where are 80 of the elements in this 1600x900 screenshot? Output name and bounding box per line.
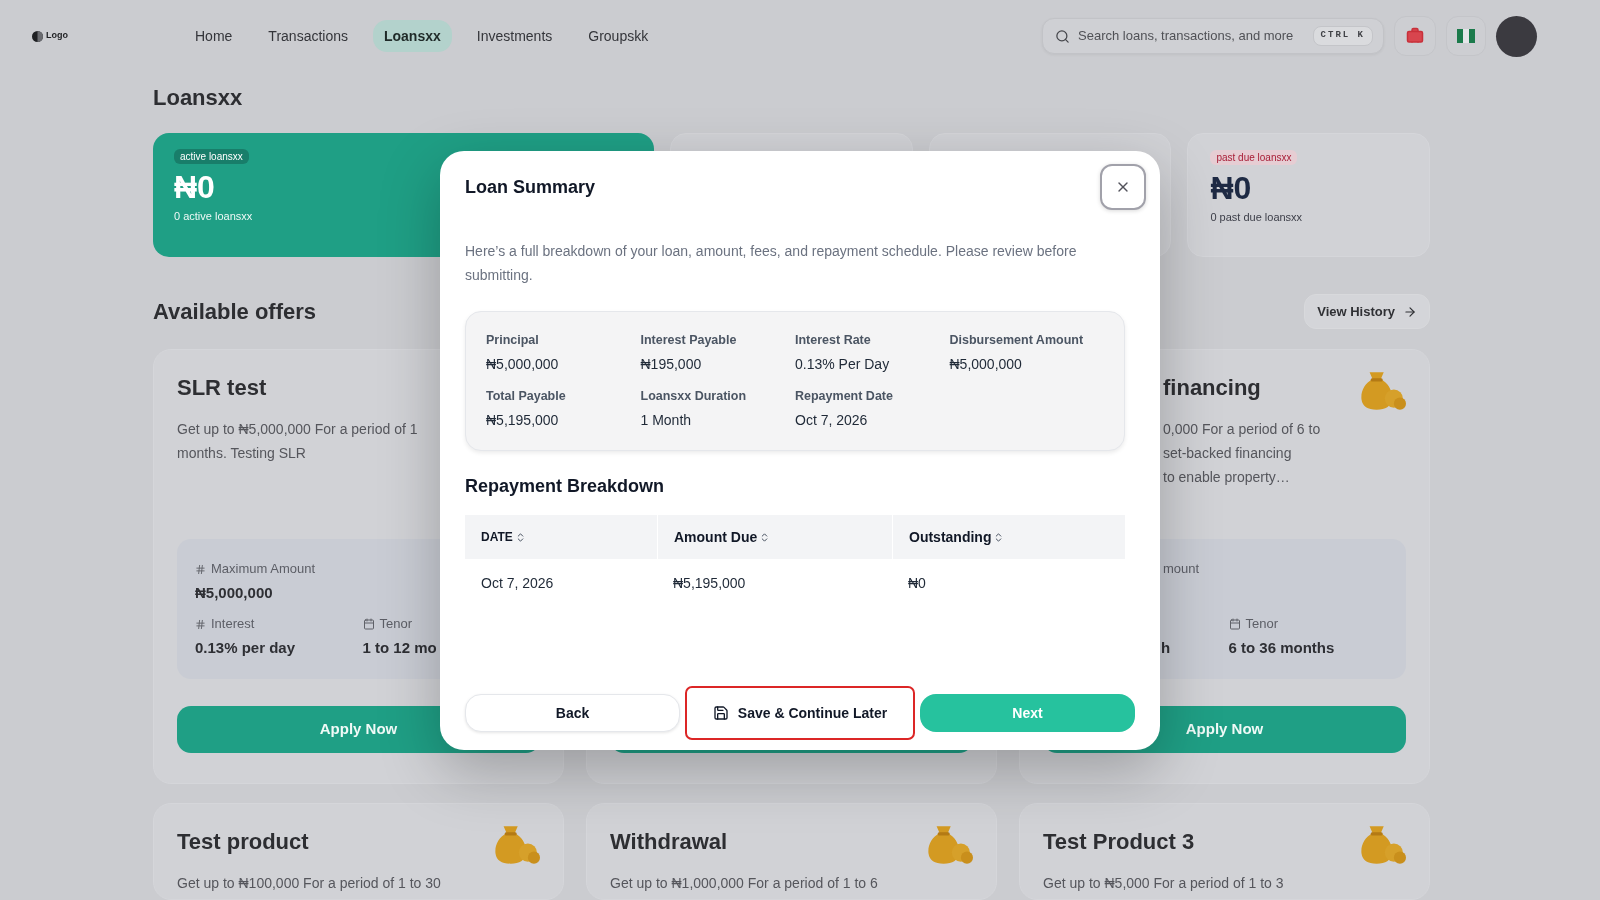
nav-tab[interactable]: Loansxx: [373, 20, 452, 52]
column-header[interactable]: DATE: [465, 515, 657, 559]
nav-tab[interactable]: Groupskk: [577, 20, 660, 52]
briefcase-icon: [1406, 27, 1424, 45]
offer-description: Get up to ₦100,000 For a period of 1 to 30: [177, 874, 441, 893]
view-history-button[interactable]: View History: [1304, 294, 1430, 329]
summary-value: ₦5,000,000: [949, 355, 1022, 374]
summary-value: 0.13% Per Day: [795, 355, 890, 374]
status-badge: active loansxx: [174, 149, 249, 164]
money-bag-icon: [928, 826, 973, 864]
save-icon: [712, 705, 729, 721]
money-bag-icon: [1361, 372, 1406, 410]
summary-value: ₦5,195,000: [486, 411, 559, 430]
offer-title: financing: [1163, 374, 1261, 402]
summary-label: Principal: [486, 332, 539, 349]
stat-amount: ₦0: [1210, 169, 1252, 208]
offer-title: Test Product 3: [1043, 828, 1195, 856]
hash-icon: [195, 618, 206, 630]
calendar-icon: [1228, 618, 1241, 630]
close-button[interactable]: [1100, 164, 1146, 210]
search-bar[interactable]: Search loans, transactions, and more CTRL K: [1042, 18, 1384, 54]
status-badge: past due loansxx: [1210, 150, 1298, 165]
dialog-description: Here’s a full breakdown of your loan, amount, fees, and repayment schedule. Please review before submitting.: [465, 242, 1078, 285]
summary-value: ₦195,000: [640, 355, 702, 374]
info-value: 1 to 12 mo: [362, 639, 437, 656]
avatar[interactable]: [1496, 15, 1537, 57]
summary-label: Interest Payable: [640, 332, 737, 349]
info-value: h: [1161, 639, 1171, 656]
save-later-button[interactable]: Save & Continue Later: [685, 686, 915, 740]
summary-label: Total Payable: [486, 388, 566, 405]
stat-caption: 0 active loansxx: [174, 209, 253, 224]
offer-description: Get up to ₦5,000,000 For a period of 1 months. Testing SLR: [177, 420, 418, 463]
info-value: 0.13% per day: [195, 639, 296, 656]
info-value: 6 to 36 months: [1228, 639, 1335, 656]
nav-tab[interactable]: Home: [184, 20, 244, 52]
search-field[interactable]: Search loans, transactions, and more: [1078, 26, 1305, 46]
table-cell: Oct 7, 2026: [481, 575, 554, 591]
logo-link[interactable]: Logo: [32, 29, 68, 43]
flag-icon: [1457, 29, 1475, 43]
offer-title: Test product: [177, 828, 309, 856]
info-label: Interest: [211, 615, 255, 634]
hash-icon: [195, 563, 206, 575]
table-cell: ₦5,195,000: [673, 575, 746, 591]
briefcase-button[interactable]: [1394, 16, 1436, 56]
flag-button[interactable]: [1446, 16, 1486, 56]
offer-description: Get up to ₦1,000,000 For a period of 1 to 6: [610, 874, 878, 893]
summary-value: Oct 7, 2026: [795, 411, 868, 430]
offer-title: SLR test: [177, 374, 267, 402]
nav-tab[interactable]: Transactions: [257, 20, 359, 52]
section-title: Repayment Breakdown: [465, 475, 665, 498]
summary-label: Disbursement Amount: [949, 332, 1084, 349]
table-cell: ₦0: [908, 575, 926, 591]
info-label: Tenor: [1245, 615, 1279, 634]
stat-amount: ₦0: [174, 168, 215, 207]
dialog-title: Loan Summary: [465, 176, 596, 199]
offer-title: Withdrawal: [610, 828, 728, 856]
shortcut-badge: CTRL K: [1312, 26, 1373, 46]
info-label: Tenor: [379, 615, 413, 634]
logo-icon: [32, 30, 43, 42]
column-header[interactable]: Outstanding: [892, 515, 1125, 559]
summary-label: Loansxx Duration: [640, 388, 747, 405]
summary-value: ₦5,000,000: [486, 355, 559, 374]
info-value: ₦5,000,000: [195, 584, 273, 601]
summary-label: Interest Rate: [795, 332, 871, 349]
summary-value: 1 Month: [640, 411, 692, 430]
offer-description: Get up to ₦5,000 For a period of 1 to 3: [1043, 874, 1284, 893]
info-label: Maximum Amount: [211, 560, 316, 579]
nav-tab[interactable]: Investments: [465, 20, 564, 52]
section-title: Available offers: [153, 298, 317, 326]
money-bag-icon: [495, 826, 540, 864]
column-header[interactable]: Amount Due: [657, 515, 892, 559]
calendar-icon: [362, 618, 375, 630]
offer-description: 0,000 For a period of 6 to set-backed financing to enable property…: [1163, 420, 1321, 487]
summary-label: Repayment Date: [795, 388, 893, 405]
search-icon: [1055, 28, 1070, 44]
info-label: mount: [1163, 560, 1200, 579]
money-bag-icon: [1361, 826, 1406, 864]
back-button[interactable]: Back: [465, 694, 680, 732]
page-title: Loansxx: [153, 84, 243, 112]
stat-caption: 0 past due loansxx: [1210, 210, 1303, 225]
